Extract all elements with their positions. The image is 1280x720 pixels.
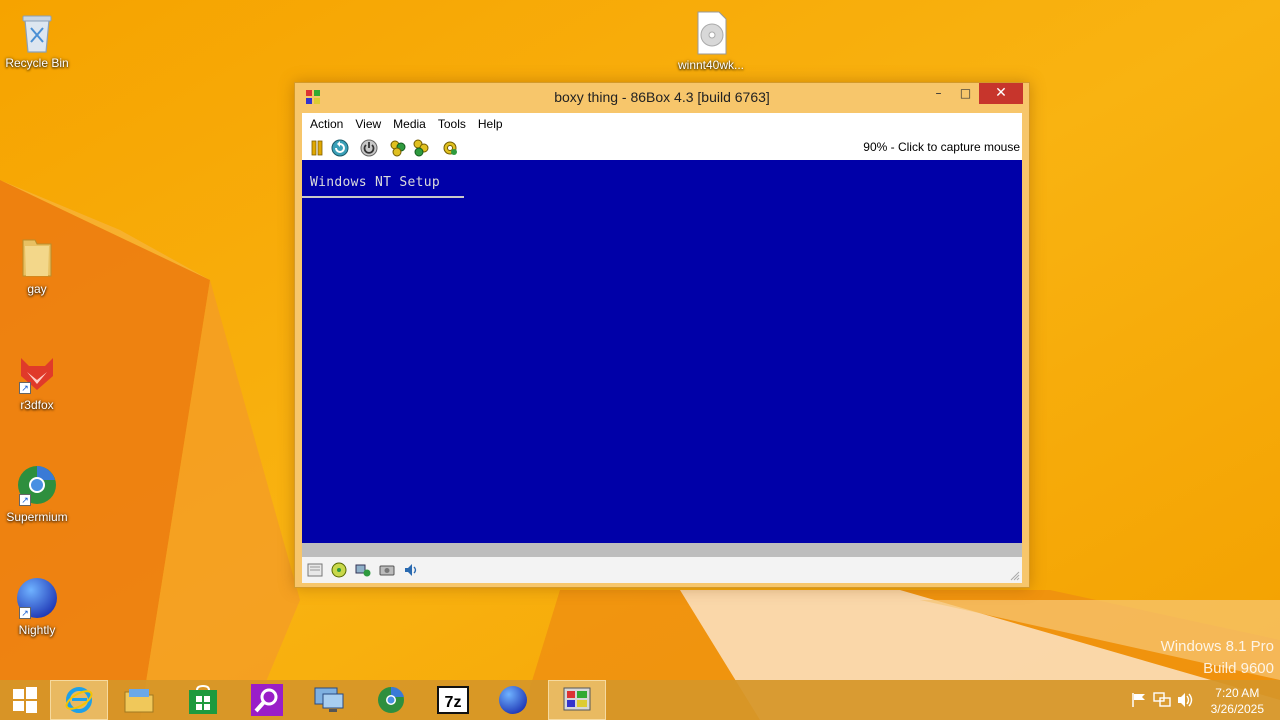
disc-image-icon <box>689 10 733 56</box>
windows-watermark: Windows 8.1 Pro Build 9600 <box>1161 636 1274 680</box>
power-button[interactable] <box>358 137 380 159</box>
remote-desktop-icon <box>314 687 344 712</box>
volume-icon[interactable] <box>1177 692 1195 708</box>
maximize-button[interactable]: □ <box>952 83 979 104</box>
svg-text:7z: 7z <box>445 694 462 711</box>
desktop-icon-label: Recycle Bin <box>5 56 69 70</box>
shortcut-arrow-icon: ↗ <box>19 382 31 394</box>
desktop-icon-label: r3dfox <box>20 398 54 412</box>
floppy-icon <box>307 563 323 577</box>
desktop-icon-winnt-iso[interactable]: winnt40wk... <box>674 10 748 72</box>
windows-logo-icon <box>13 687 37 713</box>
desktop-icon-label: winnt40wk... <box>677 58 745 72</box>
menu-bar: Action View Media Tools Help <box>302 113 1022 135</box>
taskbar-supermium[interactable] <box>362 680 420 720</box>
taskbar-86box[interactable] <box>548 680 606 720</box>
setup-title: Windows NT Setup <box>310 175 441 190</box>
desktop-icon-supermium[interactable]: ↗ Supermium <box>0 462 74 524</box>
window-title: boxy thing - 86Box 4.3 [build 6763] <box>554 89 770 105</box>
taskbar-file-explorer[interactable] <box>110 680 168 720</box>
emulated-screen[interactable]: Windows NT Setup <box>302 160 1022 543</box>
pause-button[interactable] <box>306 137 328 159</box>
desktop-icon-nightly[interactable]: ↗ Nightly <box>0 575 74 637</box>
taskbar-7zip[interactable]: 7z <box>424 680 482 720</box>
magnifier-icon <box>251 684 283 716</box>
menu-media[interactable]: Media <box>387 113 432 135</box>
window-titlebar[interactable]: boxy thing - 86Box 4.3 [build 6763] – □ … <box>295 83 1029 113</box>
sound-icon <box>405 564 417 576</box>
86box-window[interactable]: boxy thing - 86Box 4.3 [build 6763] – □ … <box>294 82 1030 588</box>
ctrl-alt-del-button[interactable] <box>387 137 409 159</box>
screen-bottom-strip <box>302 543 1022 557</box>
menu-help[interactable]: Help <box>472 113 509 135</box>
internet-explorer-icon <box>65 687 93 713</box>
hdd-icon <box>379 565 395 576</box>
menu-action[interactable]: Action <box>304 113 349 135</box>
cdrom-drive-button[interactable] <box>328 560 350 580</box>
taskbar-nightly[interactable] <box>484 680 542 720</box>
hard-disk-button[interactable] <box>376 560 398 580</box>
settings-icon <box>443 141 457 155</box>
resize-grip[interactable] <box>1010 571 1020 581</box>
86box-icon <box>563 687 591 711</box>
settings-button[interactable] <box>439 137 461 159</box>
floppy-drive-button[interactable] <box>304 560 326 580</box>
desktop-icon-r3dfox[interactable]: ↗ r3dfox <box>0 350 74 412</box>
setup-title-underline <box>302 196 464 198</box>
taskbar-search-app[interactable] <box>238 680 296 720</box>
system-clock[interactable]: 7:20 AM 3/26/2025 <box>1211 685 1264 717</box>
watermark-edition: Windows 8.1 Pro <box>1160 638 1274 655</box>
pause-icon <box>311 140 323 155</box>
status-bar <box>302 557 1022 583</box>
reset-icon <box>331 139 349 156</box>
folder-icon <box>15 234 59 280</box>
taskbar-internet-explorer[interactable] <box>50 680 108 720</box>
network-icon <box>355 564 371 577</box>
store-icon <box>189 685 217 714</box>
nightly-icon <box>499 686 527 714</box>
capture-mouse-hint[interactable]: 90% - Click to capture mouse <box>863 140 1020 154</box>
reset-button[interactable] <box>329 137 351 159</box>
cdrom-icon <box>331 562 347 578</box>
file-explorer-icon <box>124 689 154 713</box>
taskbar-store[interactable] <box>174 680 232 720</box>
sound-button[interactable] <box>400 560 422 580</box>
close-button[interactable]: ✕ <box>979 83 1023 104</box>
desktop-icon-recycle-bin[interactable]: Recycle Bin <box>0 8 74 70</box>
minimize-button[interactable]: – <box>925 83 952 104</box>
shortcut-arrow-icon: ↗ <box>19 494 31 506</box>
nightly-icon: ↗ <box>15 575 59 621</box>
desktop-icon-label: gay <box>27 282 47 296</box>
desktop-icon-folder-gay[interactable]: gay <box>0 234 74 296</box>
network-tray-icon[interactable] <box>1153 692 1171 708</box>
cad-icon <box>390 140 406 156</box>
desktop-icon-label: Supermium <box>6 510 68 524</box>
ctrl-alt-esc-icon <box>413 139 429 156</box>
power-icon <box>360 139 378 156</box>
window-client-area: Action View Media Tools Help 90% - Click… <box>302 113 1022 583</box>
recycle-bin-icon <box>15 8 59 54</box>
menu-view[interactable]: View <box>349 113 387 135</box>
watermark-build: Build 9600 <box>1203 660 1274 677</box>
clock-date: 3/26/2025 <box>1210 702 1264 716</box>
supermium-icon: ↗ <box>15 462 59 508</box>
action-center-flag-icon[interactable] <box>1130 692 1148 708</box>
toolbar: 90% - Click to capture mouse <box>302 135 1022 160</box>
r3dfox-icon: ↗ <box>15 350 59 396</box>
clock-time: 7:20 AM <box>1215 686 1260 700</box>
desktop-icon-label: Nightly <box>18 623 56 637</box>
ctrl-alt-esc-button[interactable] <box>410 137 432 159</box>
shortcut-arrow-icon: ↗ <box>19 607 31 619</box>
start-button[interactable] <box>0 680 50 720</box>
taskbar-remote-desktop[interactable] <box>300 680 358 720</box>
supermium-icon <box>378 686 404 713</box>
taskbar: 7z 7:20 AM 3/26/2025 <box>0 680 1280 720</box>
7zip-icon: 7z <box>437 686 469 714</box>
network-button[interactable] <box>352 560 374 580</box>
menu-tools[interactable]: Tools <box>432 113 472 135</box>
